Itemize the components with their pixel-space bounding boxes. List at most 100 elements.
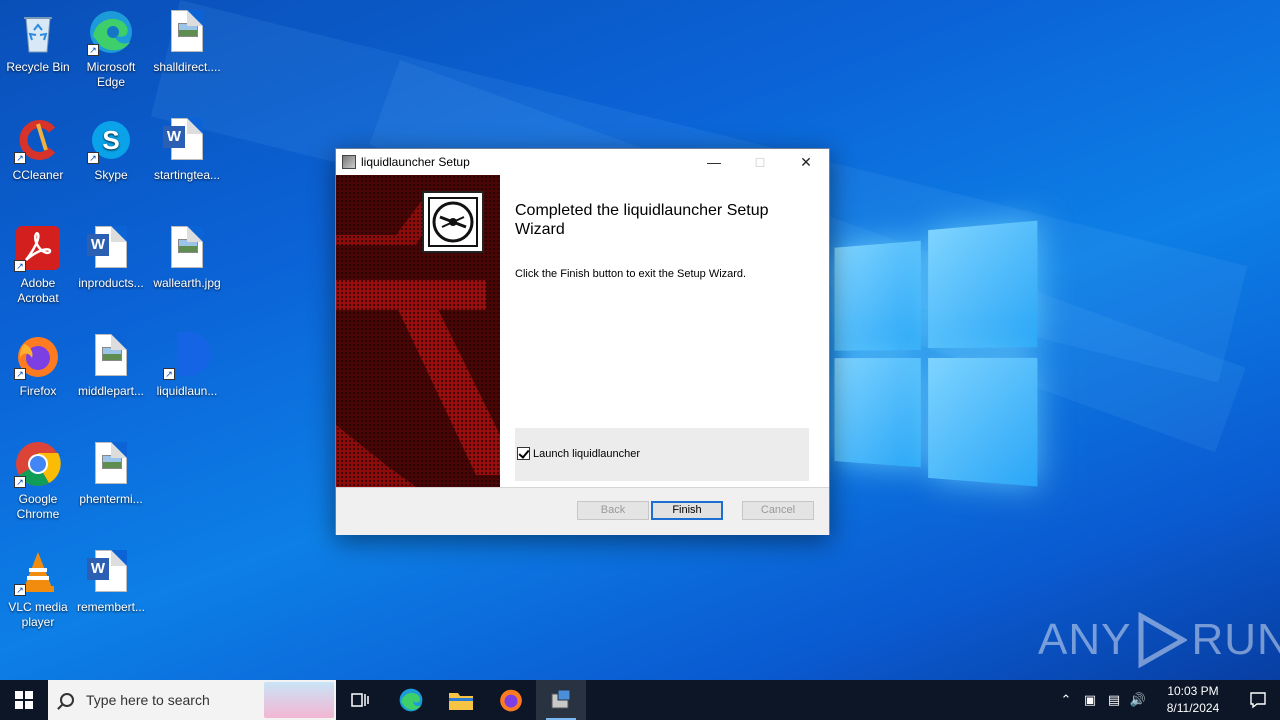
- desktop-icon-label: VLC media player: [0, 600, 76, 630]
- vlc-icon: ↗: [14, 548, 62, 596]
- clock-time: 10:03 PM: [1156, 683, 1230, 700]
- svg-text:S: S: [102, 125, 119, 155]
- wizard-heading: Completed the liquidlauncher Setup Wizar…: [515, 201, 805, 239]
- folder-icon: [448, 689, 474, 711]
- search-placeholder[interactable]: Type here to search: [86, 692, 210, 708]
- taskbar-setup-button[interactable]: [536, 680, 586, 720]
- desktop-icon-chrome[interactable]: ↗ Google Chrome: [0, 440, 76, 522]
- edge-icon: ↗: [87, 8, 135, 56]
- shortcut-arrow-icon: ↗: [14, 260, 26, 272]
- desktop-icon-wallearth[interactable]: wallearth.jpg: [149, 224, 225, 291]
- shortcut-arrow-icon: ↗: [87, 152, 99, 164]
- image-file-icon: [87, 440, 135, 488]
- image-file-icon: [87, 332, 135, 380]
- desktop-icon-label: Google Chrome: [0, 492, 76, 522]
- desktop-icon-liquidlauncher[interactable]: ↗ liquidlaun...: [149, 332, 225, 399]
- desktop-icon-edge[interactable]: ↗ Microsoft Edge: [73, 8, 149, 90]
- meet-now-icon[interactable]: ▣: [1078, 692, 1102, 708]
- cd-logo-icon: [422, 191, 484, 253]
- task-view-button[interactable]: [336, 680, 386, 720]
- firefox-icon: [498, 687, 524, 713]
- play-icon: [1135, 612, 1187, 668]
- search-highlight-image: [264, 682, 334, 718]
- image-file-icon: [163, 8, 211, 56]
- launch-checkbox-label[interactable]: Launch liquidlauncher: [533, 448, 640, 460]
- desktop-icon-label: CCleaner: [0, 168, 76, 183]
- setup-banner-image: [336, 175, 500, 487]
- edge-icon: [398, 687, 424, 713]
- taskbar-search-box[interactable]: Type here to search: [48, 680, 336, 720]
- dialog-titlebar[interactable]: liquidlauncher Setup — □ ✕: [336, 149, 829, 175]
- desktop-icon-label: Firefox: [0, 384, 76, 399]
- desktop-icon-label: shalldirect....: [149, 60, 225, 75]
- shortcut-arrow-icon: ↗: [14, 584, 26, 596]
- cancel-button: Cancel: [742, 501, 814, 520]
- installer-icon: [549, 688, 573, 712]
- desktop-icon-vlc[interactable]: ↗ VLC media player: [0, 548, 76, 630]
- desktop-icon-label: Skype: [73, 168, 149, 183]
- desktop-icon-label: startingtea...: [149, 168, 225, 183]
- taskbar-firefox-button[interactable]: [486, 680, 536, 720]
- start-button[interactable]: [0, 680, 48, 720]
- maximize-button: □: [737, 149, 783, 175]
- desktop-icon-label: phentermi...: [73, 492, 149, 507]
- clock-date: 8/11/2024: [1156, 700, 1230, 717]
- network-icon[interactable]: ▤: [1102, 692, 1126, 708]
- shortcut-arrow-icon: ↗: [87, 44, 99, 56]
- shortcut-arrow-icon: ↗: [14, 368, 26, 380]
- word-doc-icon: W: [163, 116, 211, 164]
- task-view-icon: [351, 691, 371, 709]
- watermark-right-text: RUN: [1191, 615, 1280, 665]
- desktop-icon-middlepart[interactable]: middlepart...: [73, 332, 149, 399]
- desktop-icon-recycle-bin[interactable]: Recycle Bin: [0, 8, 76, 75]
- skype-icon: S ↗: [87, 116, 135, 164]
- chevron-up-icon[interactable]: ⌃: [1054, 692, 1078, 708]
- setup-dialog[interactable]: liquidlauncher Setup — □ ✕ Completed the…: [335, 148, 830, 535]
- image-file-icon: [163, 224, 211, 272]
- desktop-icon-label: remembert...: [73, 600, 149, 615]
- launch-checkbox-row[interactable]: Launch liquidlauncher: [517, 447, 640, 460]
- volume-icon[interactable]: 🔊: [1126, 692, 1150, 708]
- taskbar-clock[interactable]: 10:03 PM 8/11/2024: [1156, 683, 1230, 717]
- desktop-icon-remembert[interactable]: W remembert...: [73, 548, 149, 615]
- action-center-button[interactable]: [1236, 680, 1280, 720]
- desktop-icon-label: Recycle Bin: [0, 60, 76, 75]
- launch-checkbox[interactable]: [517, 447, 530, 460]
- acrobat-icon: ↗: [14, 224, 62, 272]
- shortcut-arrow-icon: ↗: [14, 152, 26, 164]
- search-icon: [60, 693, 74, 707]
- finish-button[interactable]: Finish: [651, 501, 723, 520]
- ccleaner-icon: ↗: [14, 116, 62, 164]
- desktop-icon-ccleaner[interactable]: ↗ CCleaner: [0, 116, 76, 183]
- desktop-icon-phentermi[interactable]: phentermi...: [73, 440, 149, 507]
- desktop-icon-firefox[interactable]: ↗ Firefox: [0, 332, 76, 399]
- desktop-icon-shalldirect[interactable]: shalldirect....: [149, 8, 225, 75]
- dialog-button-bar: Back Finish Cancel: [336, 487, 829, 535]
- launch-option-panel: Launch liquidlauncher: [515, 428, 809, 481]
- taskbar-file-explorer-button[interactable]: [436, 680, 486, 720]
- installer-icon: [342, 155, 356, 169]
- desktop-icon-inproducts[interactable]: W inproducts...: [73, 224, 149, 291]
- close-button[interactable]: ✕: [783, 149, 829, 175]
- desktop-icon-label: wallearth.jpg: [149, 276, 225, 291]
- watermark-left-text: ANY: [1038, 615, 1131, 665]
- taskbar-edge-button[interactable]: [386, 680, 436, 720]
- desktop-icon-label: middlepart...: [73, 384, 149, 399]
- wizard-body-text: Click the Finish button to exit the Setu…: [515, 268, 746, 280]
- desktop-icon-label: inproducts...: [73, 276, 149, 291]
- desktop-icon-label: Adobe Acrobat: [0, 276, 76, 306]
- word-doc-icon: W: [87, 224, 135, 272]
- desktop-icon-label: Microsoft Edge: [73, 60, 149, 90]
- windows-logo-wallpaper: [835, 220, 1040, 499]
- firefox-icon: ↗: [14, 332, 62, 380]
- desktop-icon-skype[interactable]: S ↗ Skype: [73, 116, 149, 183]
- minimize-button[interactable]: —: [691, 149, 737, 175]
- liquidlauncher-icon: ↗: [163, 332, 211, 380]
- desktop-icon-acrobat[interactable]: ↗ Adobe Acrobat: [0, 224, 76, 306]
- desktop-icon-startingtea[interactable]: W startingtea...: [149, 116, 225, 183]
- system-tray: ⌃ ▣ ▤ 🔊 10:03 PM 8/11/2024: [1054, 680, 1280, 720]
- shortcut-arrow-icon: ↗: [163, 368, 175, 380]
- word-doc-icon: W: [87, 548, 135, 596]
- recycle-bin-icon: [14, 8, 62, 56]
- chrome-icon: ↗: [14, 440, 62, 488]
